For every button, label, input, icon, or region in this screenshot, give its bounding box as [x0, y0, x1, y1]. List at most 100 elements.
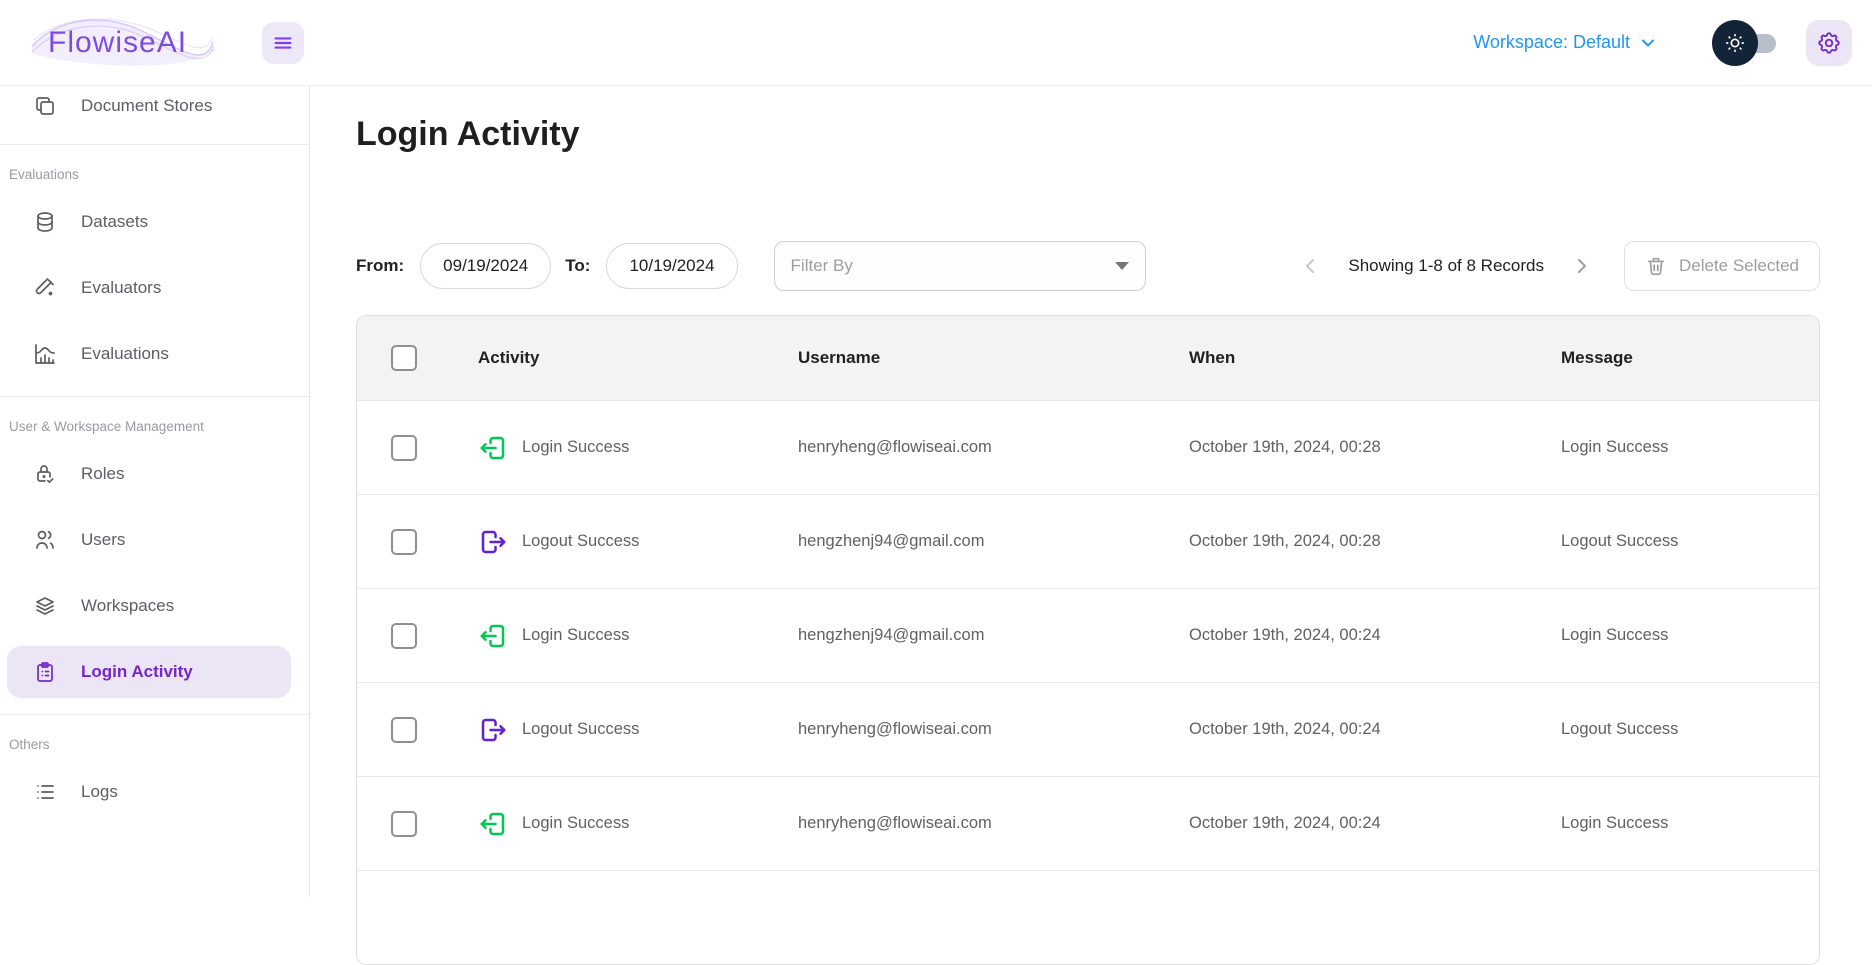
column-header-when: When	[1189, 348, 1561, 368]
login-icon	[478, 433, 508, 463]
logo-text: FlowiseAI	[48, 26, 187, 60]
activity-label: Logout Success	[522, 720, 639, 739]
chart-icon	[33, 342, 57, 366]
chevron-left-icon	[1298, 254, 1322, 278]
sidebar-section-user-workspace: User & Workspace Management	[9, 419, 309, 434]
trash-icon	[1645, 255, 1667, 277]
previous-page-button[interactable]	[1298, 254, 1322, 278]
row-checkbox[interactable]	[391, 529, 417, 555]
table-row-partial	[357, 870, 1819, 964]
row-checkbox[interactable]	[391, 435, 417, 461]
pagination: Showing 1-8 of 8 Records	[1298, 254, 1594, 278]
hamburger-icon	[272, 32, 294, 54]
sidebar-item-datasets[interactable]: Datasets	[7, 196, 291, 248]
username-cell: hengzhenj94@gmail.com	[798, 626, 1189, 645]
next-page-button[interactable]	[1570, 254, 1594, 278]
sidebar-item-label: Document Stores	[81, 96, 212, 116]
row-checkbox[interactable]	[391, 811, 417, 837]
from-label: From:	[356, 256, 404, 276]
when-cell: October 19th, 2024, 00:24	[1189, 720, 1561, 739]
to-label: To:	[565, 256, 590, 276]
sidebar-divider	[0, 714, 309, 715]
login-icon	[478, 621, 508, 651]
theme-toggle[interactable]	[1712, 20, 1776, 66]
login-icon	[478, 809, 508, 839]
sidebar-item-label: Datasets	[81, 212, 148, 232]
message-cell: Logout Success	[1561, 720, 1819, 739]
message-cell: Logout Success	[1561, 532, 1819, 551]
sidebar-divider	[0, 396, 309, 397]
column-header-message: Message	[1561, 348, 1819, 368]
gear-icon	[1816, 30, 1842, 56]
flowise-logo[interactable]: FlowiseAI	[30, 12, 215, 74]
sun-icon	[1724, 32, 1746, 54]
delete-selected-label: Delete Selected	[1679, 256, 1799, 276]
row-checkbox[interactable]	[391, 623, 417, 649]
sidebar-item-evaluations[interactable]: Evaluations	[7, 328, 291, 380]
layers-icon	[33, 594, 57, 618]
message-cell: Login Success	[1561, 438, 1819, 457]
delete-selected-button[interactable]: Delete Selected	[1624, 241, 1820, 291]
from-date-input[interactable]: 09/19/2024	[420, 243, 551, 289]
username-cell: henryheng@flowiseai.com	[798, 720, 1189, 739]
when-cell: October 19th, 2024, 00:24	[1189, 626, 1561, 645]
login-activity-table: Activity Username When Message Login Suc…	[356, 315, 1820, 965]
sidebar-item-label: Logs	[81, 782, 118, 802]
sidebar-item-workspaces[interactable]: Workspaces	[7, 580, 291, 632]
when-cell: October 19th, 2024, 00:28	[1189, 532, 1561, 551]
chevron-right-icon	[1570, 254, 1594, 278]
sidebar-toggle-button[interactable]	[262, 22, 304, 64]
sidebar-item-label: Roles	[81, 464, 124, 484]
database-icon	[33, 210, 57, 234]
toggle-thumb	[1712, 20, 1758, 66]
table-row: Login Success hengzhenj94@gmail.com Octo…	[357, 588, 1819, 682]
sidebar: Document Stores Evaluations Datasets Eva…	[0, 86, 310, 897]
message-cell: Login Success	[1561, 626, 1819, 645]
sidebar-section-others: Others	[9, 737, 309, 752]
app-header: FlowiseAI Workspace: Default	[0, 0, 1872, 86]
sidebar-item-evaluators[interactable]: Evaluators	[7, 262, 291, 314]
activity-label: Logout Success	[522, 532, 639, 551]
to-date-input[interactable]: 10/19/2024	[606, 243, 737, 289]
column-header-username: Username	[798, 348, 1189, 368]
sidebar-section-evaluations: Evaluations	[9, 167, 309, 182]
sidebar-item-label: Workspaces	[81, 596, 174, 616]
list-icon	[33, 780, 57, 804]
message-cell: Login Success	[1561, 814, 1819, 833]
sidebar-divider	[0, 144, 309, 145]
table-row: Logout Success hengzhenj94@gmail.com Oct…	[357, 494, 1819, 588]
workspace-label: Workspace: Default	[1473, 32, 1630, 53]
table-row: Login Success henryheng@flowiseai.com Oc…	[357, 400, 1819, 494]
pagination-text: Showing 1-8 of 8 Records	[1348, 256, 1544, 276]
lock-check-icon	[33, 462, 57, 486]
table-header-row: Activity Username When Message	[357, 316, 1819, 400]
dropdown-caret-icon	[1115, 262, 1129, 270]
sidebar-item-document-stores[interactable]: Document Stores	[7, 86, 291, 128]
username-cell: henryheng@flowiseai.com	[798, 814, 1189, 833]
sidebar-item-label: Evaluations	[81, 344, 169, 364]
username-cell: henryheng@flowiseai.com	[798, 438, 1189, 457]
select-all-checkbox[interactable]	[391, 345, 417, 371]
clipboard-icon	[33, 660, 57, 684]
sidebar-item-roles[interactable]: Roles	[7, 448, 291, 500]
sidebar-item-logs[interactable]: Logs	[7, 766, 291, 818]
column-header-activity: Activity	[478, 348, 798, 368]
table-row: Login Success henryheng@flowiseai.com Oc…	[357, 776, 1819, 870]
sidebar-item-users[interactable]: Users	[7, 514, 291, 566]
settings-button[interactable]	[1806, 20, 1852, 66]
sidebar-item-label: Evaluators	[81, 278, 161, 298]
table-row: Logout Success henryheng@flowiseai.com O…	[357, 682, 1819, 776]
filter-by-select[interactable]: Filter By	[774, 241, 1146, 291]
activity-label: Login Success	[522, 626, 629, 645]
filter-bar: From: 09/19/2024 To: 10/19/2024 Filter B…	[356, 241, 1820, 291]
sidebar-item-label: Login Activity	[81, 662, 193, 682]
when-cell: October 19th, 2024, 00:24	[1189, 814, 1561, 833]
filter-by-placeholder: Filter By	[791, 256, 1115, 276]
workspace-selector[interactable]: Workspace: Default	[1473, 32, 1658, 53]
test-tube-icon	[33, 276, 57, 300]
when-cell: October 19th, 2024, 00:28	[1189, 438, 1561, 457]
sidebar-item-login-activity[interactable]: Login Activity	[7, 646, 291, 698]
activity-label: Login Success	[522, 438, 629, 457]
users-icon	[33, 528, 57, 552]
row-checkbox[interactable]	[391, 717, 417, 743]
